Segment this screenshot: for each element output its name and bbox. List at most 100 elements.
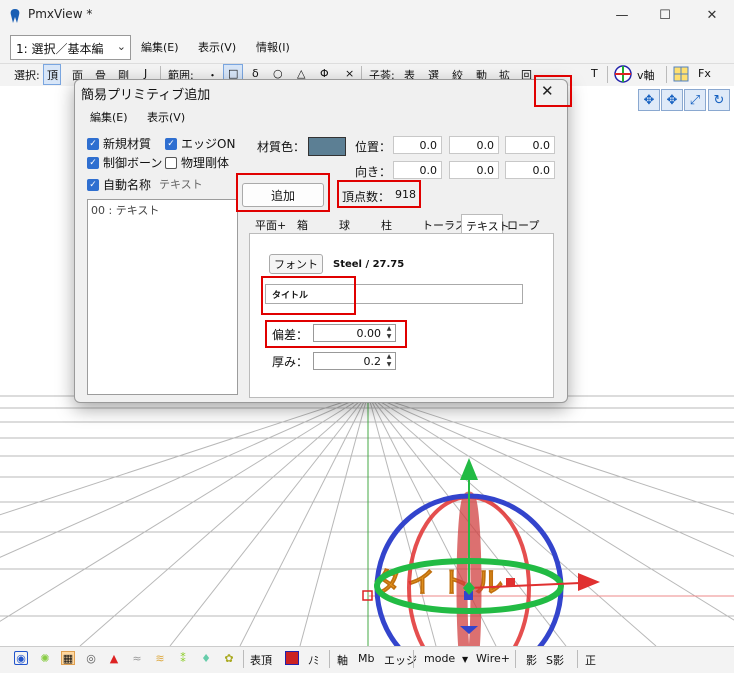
axis-toggle[interactable]: 軸 bbox=[337, 652, 348, 668]
thickness-stepper[interactable]: 0.2 ▲ ▼ bbox=[313, 352, 396, 370]
primitive-add-dialog: 簡易プリミティブ追加 ✕ 編集(E) 表示(V) ✓ 新規材質 ✓ エッジON … bbox=[74, 79, 568, 403]
material-color-label: 材質色： bbox=[257, 140, 306, 154]
statusbar-divider bbox=[577, 650, 578, 668]
position-x-field[interactable]: 0.0 bbox=[393, 136, 442, 154]
vertex-count-value: 918 bbox=[395, 188, 416, 201]
statusbar-divider bbox=[329, 650, 330, 668]
new-material-checkbox[interactable]: ✓ 新規材質 bbox=[87, 135, 151, 152]
mesh-icon[interactable]: ▦ bbox=[61, 651, 75, 665]
add-button[interactable]: 追加 bbox=[242, 183, 324, 207]
check-icon: ✓ bbox=[87, 178, 99, 191]
list-item[interactable]: 00 : テキスト bbox=[91, 202, 159, 218]
joint-icon[interactable]: ✿ bbox=[222, 651, 236, 665]
fx-toggle[interactable]: Fx bbox=[698, 67, 711, 80]
stepper-arrows-icon[interactable]: ▲ ▼ bbox=[384, 325, 394, 341]
rigid-icon[interactable]: ♦ bbox=[199, 651, 213, 665]
menu-view[interactable]: 表示(V) bbox=[198, 39, 236, 55]
font-button[interactable]: フォント bbox=[269, 254, 323, 274]
auto-name-value[interactable]: テキスト bbox=[159, 176, 203, 192]
primitive-list[interactable]: 00 : テキスト bbox=[87, 199, 238, 395]
app-icon bbox=[10, 9, 20, 23]
shadow-toggle[interactable]: 影 bbox=[526, 652, 537, 668]
axis-gizmo-icon[interactable] bbox=[614, 65, 632, 83]
position-z-field[interactable]: 0.0 bbox=[505, 136, 555, 154]
deviation-stepper[interactable]: 0.00 ▲ ▼ bbox=[313, 324, 396, 342]
menu-edit[interactable]: 編集(E) bbox=[141, 39, 179, 55]
tab-cylinder[interactable]: 柱 bbox=[377, 214, 396, 234]
check-icon: ✓ bbox=[87, 137, 99, 150]
direction-z-field[interactable]: 0.0 bbox=[505, 161, 555, 179]
select-vertex-toggle[interactable]: 頂 bbox=[47, 67, 58, 83]
move-view-icon[interactable]: ✥ bbox=[638, 89, 660, 111]
mode-dropdown[interactable]: mode bbox=[424, 652, 455, 665]
surface-vertex-toggle[interactable]: 表頂 bbox=[250, 652, 272, 668]
vertex-count-label: 頂点数： bbox=[342, 190, 391, 204]
wire-toggle[interactable]: Wire+ bbox=[476, 652, 510, 665]
tab-rope[interactable]: ロープ bbox=[503, 214, 543, 234]
zoom-view-icon[interactable]: ⤢ bbox=[684, 89, 706, 111]
rotate-view-icon[interactable]: ↻ bbox=[708, 89, 730, 111]
control-bone-checkbox[interactable]: ✓ 制御ボーン bbox=[87, 154, 162, 171]
control-bone-label: 制御ボーン bbox=[103, 156, 163, 170]
stepper-arrows-icon[interactable]: ▲ ▼ bbox=[384, 353, 394, 369]
pan-view-icon[interactable]: ✥ bbox=[661, 89, 683, 111]
deviation-value: 0.00 bbox=[356, 327, 382, 340]
wave-icon[interactable]: ≈ bbox=[130, 651, 144, 665]
position-label: 位置： bbox=[355, 140, 392, 154]
unchecked-box-icon bbox=[165, 156, 177, 169]
text-input[interactable]: タイトル bbox=[265, 284, 523, 304]
point-icon[interactable]: ◎ bbox=[84, 651, 98, 665]
physics-body-checkbox[interactable]: 物理剛体 bbox=[165, 154, 229, 171]
edge-on-label: エッジON bbox=[181, 137, 236, 151]
select-label: 選択: bbox=[14, 69, 40, 82]
dialog-menu-edit[interactable]: 編集(E) bbox=[90, 109, 128, 125]
color-swatch-icon[interactable] bbox=[285, 651, 299, 665]
position-y-field[interactable]: 0.0 bbox=[449, 136, 499, 154]
toolbar-divider bbox=[607, 66, 608, 83]
sparkle-icon[interactable]: ✺ bbox=[38, 651, 52, 665]
direction-x-field[interactable]: 0.0 bbox=[393, 161, 442, 179]
ortho-toggle[interactable]: 正 bbox=[585, 652, 596, 668]
thickness-label: 厚み： bbox=[272, 355, 309, 369]
auto-name-checkbox[interactable]: ✓ 自動名称 bbox=[87, 176, 151, 193]
vertex-display-icon[interactable]: ◉ bbox=[14, 651, 28, 665]
dialog-close-button[interactable]: ✕ bbox=[541, 82, 554, 100]
mode-combo[interactable]: 1: 選択／基本編 ⌄ bbox=[10, 35, 131, 60]
mode-combo-value: 1: 選択／基本編 bbox=[16, 42, 104, 56]
triangle-icon[interactable]: ▲ bbox=[107, 651, 121, 665]
mb-toggle[interactable]: Mb bbox=[358, 652, 374, 665]
chevron-down-icon: ⌄ bbox=[116, 40, 126, 53]
triangle-down-icon[interactable]: ▼ bbox=[462, 655, 468, 664]
edge-on-checkbox[interactable]: ✓ エッジON bbox=[165, 135, 235, 152]
font-info: Steel / 27.75 bbox=[333, 259, 405, 270]
check-icon: ✓ bbox=[165, 137, 177, 150]
new-material-label: 新規材質 bbox=[103, 137, 152, 151]
v-axis-toggle[interactable]: v軸 bbox=[637, 67, 655, 83]
stripes-icon[interactable]: ≋ bbox=[153, 651, 167, 665]
tab-sphere[interactable]: 球 bbox=[335, 214, 354, 234]
tab-text[interactable]: テキスト bbox=[461, 214, 510, 234]
minimize-button[interactable]: — bbox=[600, 0, 644, 30]
material-color-swatch[interactable] bbox=[308, 137, 346, 156]
tab-box[interactable]: 箱 bbox=[293, 214, 312, 234]
physics-body-label: 物理剛体 bbox=[181, 156, 230, 170]
statusbar-divider bbox=[515, 650, 516, 668]
thickness-value: 0.2 bbox=[363, 355, 382, 368]
coord-t-toggle[interactable]: T bbox=[591, 67, 598, 80]
tab-plane[interactable]: 平面+ bbox=[251, 214, 290, 234]
menu-info[interactable]: 情報(I) bbox=[256, 39, 290, 55]
direction-y-field[interactable]: 0.0 bbox=[449, 161, 499, 179]
statusbar-divider bbox=[413, 650, 414, 668]
app-title: PmxView * bbox=[28, 7, 93, 21]
bone-icon[interactable]: ⁑ bbox=[176, 651, 190, 665]
auto-name-label: 自動名称 bbox=[103, 178, 152, 192]
grid-view-icon[interactable] bbox=[673, 66, 689, 82]
self-shadow-toggle[interactable]: S影 bbox=[546, 652, 564, 668]
toolbar-divider bbox=[666, 66, 667, 83]
window-close-button[interactable]: ✕ bbox=[690, 0, 734, 30]
maximize-button[interactable]: ☐ bbox=[643, 0, 687, 30]
nomi-toggle[interactable]: ﾉﾐ bbox=[308, 652, 319, 668]
dialog-menu-view[interactable]: 表示(V) bbox=[147, 109, 185, 125]
deviation-label: 偏差： bbox=[272, 328, 309, 342]
floor-grid bbox=[0, 393, 734, 646]
